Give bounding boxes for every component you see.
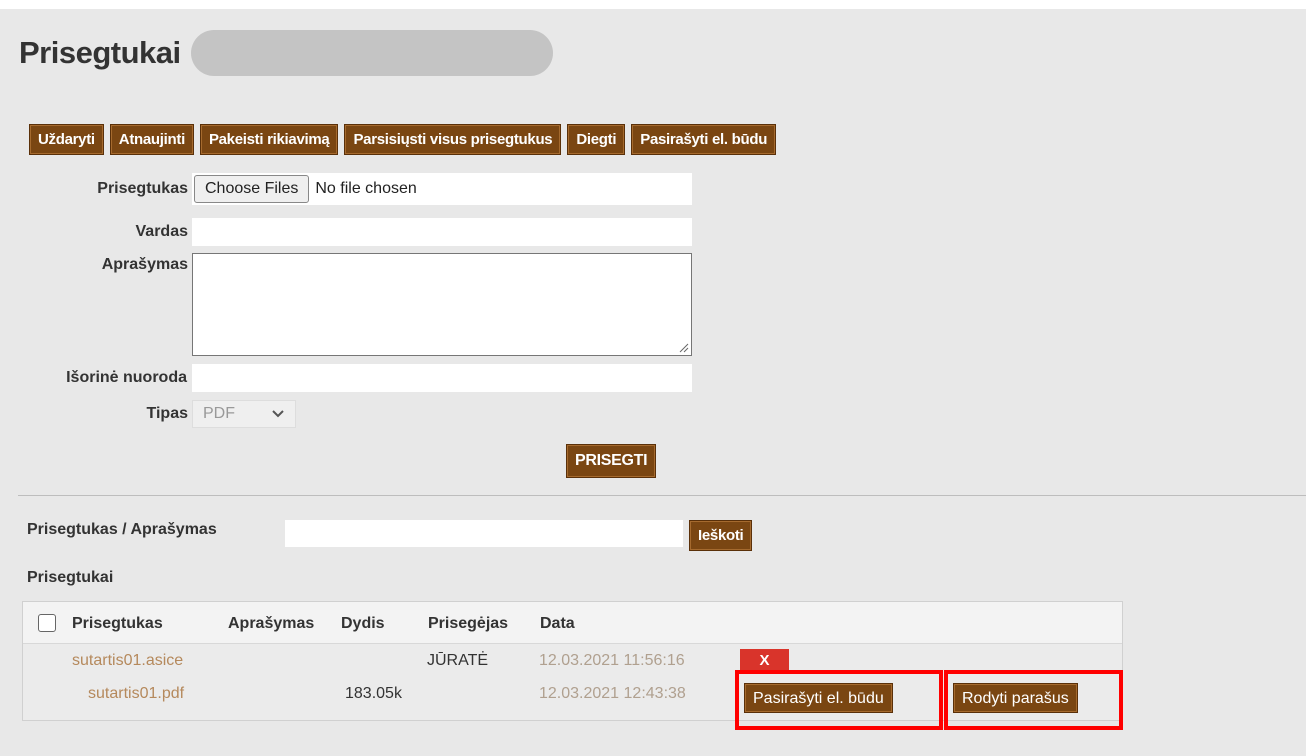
search-button[interactable]: Ieškoti	[689, 520, 753, 551]
description-label: Aprašymas	[101, 256, 188, 273]
attachments-section-label: Prisegtukai	[27, 569, 114, 586]
sign-electronically-button[interactable]: Pasirašyti el. būdu	[631, 124, 777, 155]
row2-file-link[interactable]: sutartis01.pdf	[88, 685, 184, 703]
choose-files-button[interactable]: Choose Files	[194, 175, 310, 203]
type-select-value: PDF	[203, 405, 235, 422]
title-row: Prisegtukai	[19, 30, 553, 76]
download-all-button[interactable]: Parsisiųsti visus prisegtukus	[344, 124, 562, 155]
type-label: Tipas	[146, 405, 189, 422]
redacted-block	[190, 30, 553, 76]
attachment-row: Prisegtukas Choose Files No file chosen	[29, 173, 692, 205]
no-file-text: No file chosen	[315, 180, 417, 197]
col-uploader: Prisegėjas	[428, 615, 509, 632]
description-textarea[interactable]	[192, 253, 692, 356]
close-button[interactable]: Uždaryti	[29, 124, 104, 155]
name-row: Vardas	[29, 218, 692, 246]
col-date: Data	[540, 615, 575, 632]
row2-date: 12.03.2021 12:43:38	[539, 685, 686, 702]
table-header: Prisegtukas Aprašymas Dydis Prisegėjas D…	[23, 602, 1122, 644]
select-all-checkbox[interactable]	[38, 614, 56, 632]
name-input[interactable]	[192, 218, 692, 246]
chevron-down-icon	[272, 410, 284, 418]
col-size: Dydis	[341, 615, 385, 632]
row1-delete-button[interactable]: X	[740, 649, 789, 672]
col-description: Aprašymas	[228, 615, 315, 632]
search-input[interactable]	[285, 520, 683, 547]
toolbar: Uždaryti Atnaujinti Pakeisti rikiavimą P…	[29, 124, 777, 155]
external-link-input[interactable]	[192, 364, 692, 392]
row1-file-link[interactable]: sutartis01.asice	[72, 652, 183, 670]
file-input[interactable]: Choose Files No file chosen	[192, 173, 692, 205]
name-label: Vardas	[135, 223, 188, 240]
install-button[interactable]: Diegti	[567, 124, 626, 155]
description-row: Aprašymas	[29, 253, 692, 356]
refresh-button[interactable]: Atnaujinti	[109, 124, 194, 155]
type-select[interactable]: PDF	[192, 400, 296, 428]
divider	[18, 495, 1306, 496]
row2-show-signatures-button[interactable]: Rodyti parašus	[953, 683, 1078, 713]
row2-size: 183.05k	[345, 685, 402, 702]
search-label: Prisegtukas / Aprašymas	[27, 521, 217, 538]
type-row: Tipas PDF	[29, 400, 296, 428]
external-link-row: Išorinė nuoroda	[29, 364, 692, 392]
row1-date: 12.03.2021 11:56:16	[539, 652, 685, 669]
col-file: Prisegtukas	[72, 615, 163, 632]
attach-submit-button[interactable]: PRISEGTI	[566, 444, 657, 478]
row1-uploader: JŪRATĖ	[427, 652, 489, 669]
page-title: Prisegtukai	[19, 35, 181, 70]
change-sort-button[interactable]: Pakeisti rikiavimą	[199, 124, 339, 155]
attachment-label: Prisegtukas	[97, 180, 188, 197]
resize-grip-icon[interactable]	[679, 343, 689, 353]
row2-sign-button[interactable]: Pasirašyti el. būdu	[744, 683, 893, 713]
external-link-label: Išorinė nuoroda	[66, 369, 187, 386]
